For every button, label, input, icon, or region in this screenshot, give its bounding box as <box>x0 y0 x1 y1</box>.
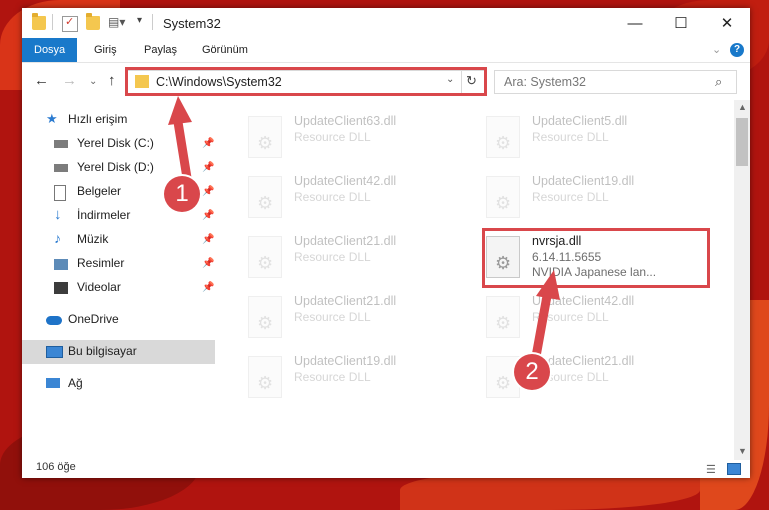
arrow-1-line <box>173 117 193 189</box>
arrow-2-line <box>530 291 552 367</box>
step-badge-2: 2 <box>514 354 550 390</box>
annotation-arrows <box>168 96 560 367</box>
arrow-1-head <box>168 96 192 125</box>
step-badge-1: 1 <box>164 176 200 212</box>
arrow-2-head <box>536 270 560 300</box>
